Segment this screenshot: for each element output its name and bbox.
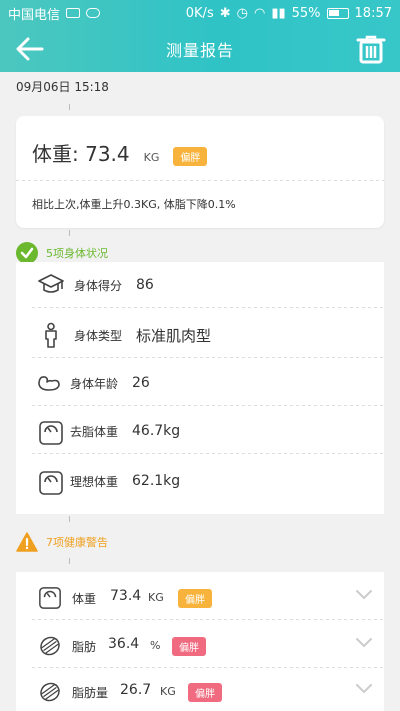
battery-percent: 55%: [291, 5, 321, 21]
item-value: 62.1kg: [132, 473, 181, 489]
health-warning-title: 7项健康警告: [46, 536, 108, 549]
timeline-tick: [69, 104, 70, 110]
list-item: 身体类型 标准肌肉型: [16, 312, 384, 358]
status-bar: 中国电信 0K/s ✱ ◷ ◠ ▮▮ 55% 18:57: [0, 0, 400, 26]
chevron-down-icon[interactable]: [356, 684, 372, 694]
trash-icon[interactable]: [356, 34, 386, 64]
warning-unit: KG: [148, 591, 164, 604]
back-arrow-icon[interactable]: [14, 36, 44, 62]
clock-time: 18:57: [354, 5, 392, 21]
chevron-down-icon[interactable]: [356, 590, 372, 600]
item-value: 86: [136, 277, 154, 293]
warning-label: 脂肪量: [72, 686, 109, 700]
body-status-list: 身体得分 86 身体类型 标准肌肉型 身体年龄 26 去脂体重 46.7kg 理…: [16, 262, 384, 514]
item-label: 理想体重: [70, 474, 119, 489]
row-divider: [32, 619, 384, 620]
warning-value: 26.7: [120, 682, 152, 698]
nav-header: 测量报告: [0, 26, 400, 72]
scale-icon: [39, 587, 61, 609]
warning-value: 36.4: [108, 636, 140, 652]
card-divider: [16, 180, 384, 181]
health-warning-list: 体重 73.4 KG 偏胖 脂肪 36.4 % 偏胖 脂肪量 26.7 KG 偏…: [16, 572, 384, 711]
row-divider: [32, 307, 384, 308]
heart-icon: [86, 8, 101, 18]
row-divider: [32, 453, 384, 454]
warning-status-badge: 偏胖: [178, 589, 212, 608]
warning-status-badge: 偏胖: [172, 637, 206, 656]
body-figure-icon: [45, 322, 57, 348]
scale-icon: [39, 421, 63, 445]
carrier-label: 中国电信: [8, 7, 61, 23]
graduation-cap-icon: [38, 274, 64, 293]
measurement-date: 09月06日 15:18: [16, 80, 109, 94]
page-title: 测量报告: [165, 41, 234, 60]
timeline-tick: [69, 516, 70, 522]
item-value: 26: [132, 375, 150, 391]
warning-label: 脂肪: [72, 640, 97, 654]
item-label: 身体得分: [74, 278, 123, 293]
health-warning-heading: 7项健康警告: [16, 532, 108, 552]
item-label: 去脂体重: [70, 424, 119, 439]
chevron-down-icon[interactable]: [356, 638, 372, 648]
network-speed: 0K/s: [185, 5, 214, 21]
fat-cell-icon: [40, 636, 60, 656]
warning-row-fat-mass[interactable]: 脂肪量 26.7 KG 偏胖: [16, 668, 384, 711]
signal-icon: ▮▮: [271, 5, 286, 21]
list-item: 理想体重 62.1kg: [16, 458, 384, 504]
weight-line: 体重: 73.4 KG 偏胖: [32, 138, 208, 167]
warning-unit: KG: [160, 685, 176, 698]
alarm-icon: ◷: [236, 5, 248, 21]
wallet-icon: [66, 8, 81, 18]
body-status-title: 5项身体状况: [46, 247, 108, 260]
compare-text: 相比上次,体重上升0.3KG, 体脂下降0.1%: [32, 198, 236, 211]
warning-icon: [16, 532, 38, 552]
weight-value: 体重: 73.4: [32, 142, 130, 166]
battery-icon: [326, 7, 349, 19]
check-circle-icon: [16, 242, 38, 264]
warning-row-weight[interactable]: 体重 73.4 KG 偏胖: [16, 574, 384, 620]
body-status-heading: 5项身体状况: [16, 242, 108, 264]
item-label: 身体类型: [74, 328, 123, 343]
warning-row-fat[interactable]: 脂肪 36.4 % 偏胖: [16, 622, 384, 668]
weight-unit: KG: [143, 151, 160, 164]
scale-icon: [39, 471, 63, 495]
list-item: 身体得分 86: [16, 262, 384, 308]
wifi-icon: ◠: [253, 5, 266, 21]
timeline-tick: [69, 558, 70, 564]
item-label: 身体年龄: [70, 376, 119, 391]
row-divider: [32, 405, 384, 406]
row-divider: [32, 357, 384, 358]
warning-label: 体重: [72, 592, 97, 606]
list-item: 身体年龄 26: [16, 360, 384, 406]
app-header-area: 中国电信 0K/s ✱ ◷ ◠ ▮▮ 55% 18:57 测量报告: [0, 0, 400, 72]
warning-value: 73.4: [110, 588, 142, 604]
weight-status-badge: 偏胖: [173, 147, 208, 166]
warning-unit: %: [150, 639, 161, 652]
item-value: 46.7kg: [132, 423, 181, 439]
muscle-arm-icon: [38, 376, 60, 391]
item-value: 标准肌肉型: [136, 326, 212, 345]
timeline-tick: [69, 230, 70, 236]
warning-status-badge: 偏胖: [188, 683, 222, 702]
bluetooth-icon: ✱: [219, 5, 231, 21]
weight-summary-card: 体重: 73.4 KG 偏胖 相比上次,体重上升0.3KG, 体脂下降0.1%: [16, 116, 384, 228]
list-item: 去脂体重 46.7kg: [16, 408, 384, 454]
fat-cell-icon: [40, 682, 60, 702]
